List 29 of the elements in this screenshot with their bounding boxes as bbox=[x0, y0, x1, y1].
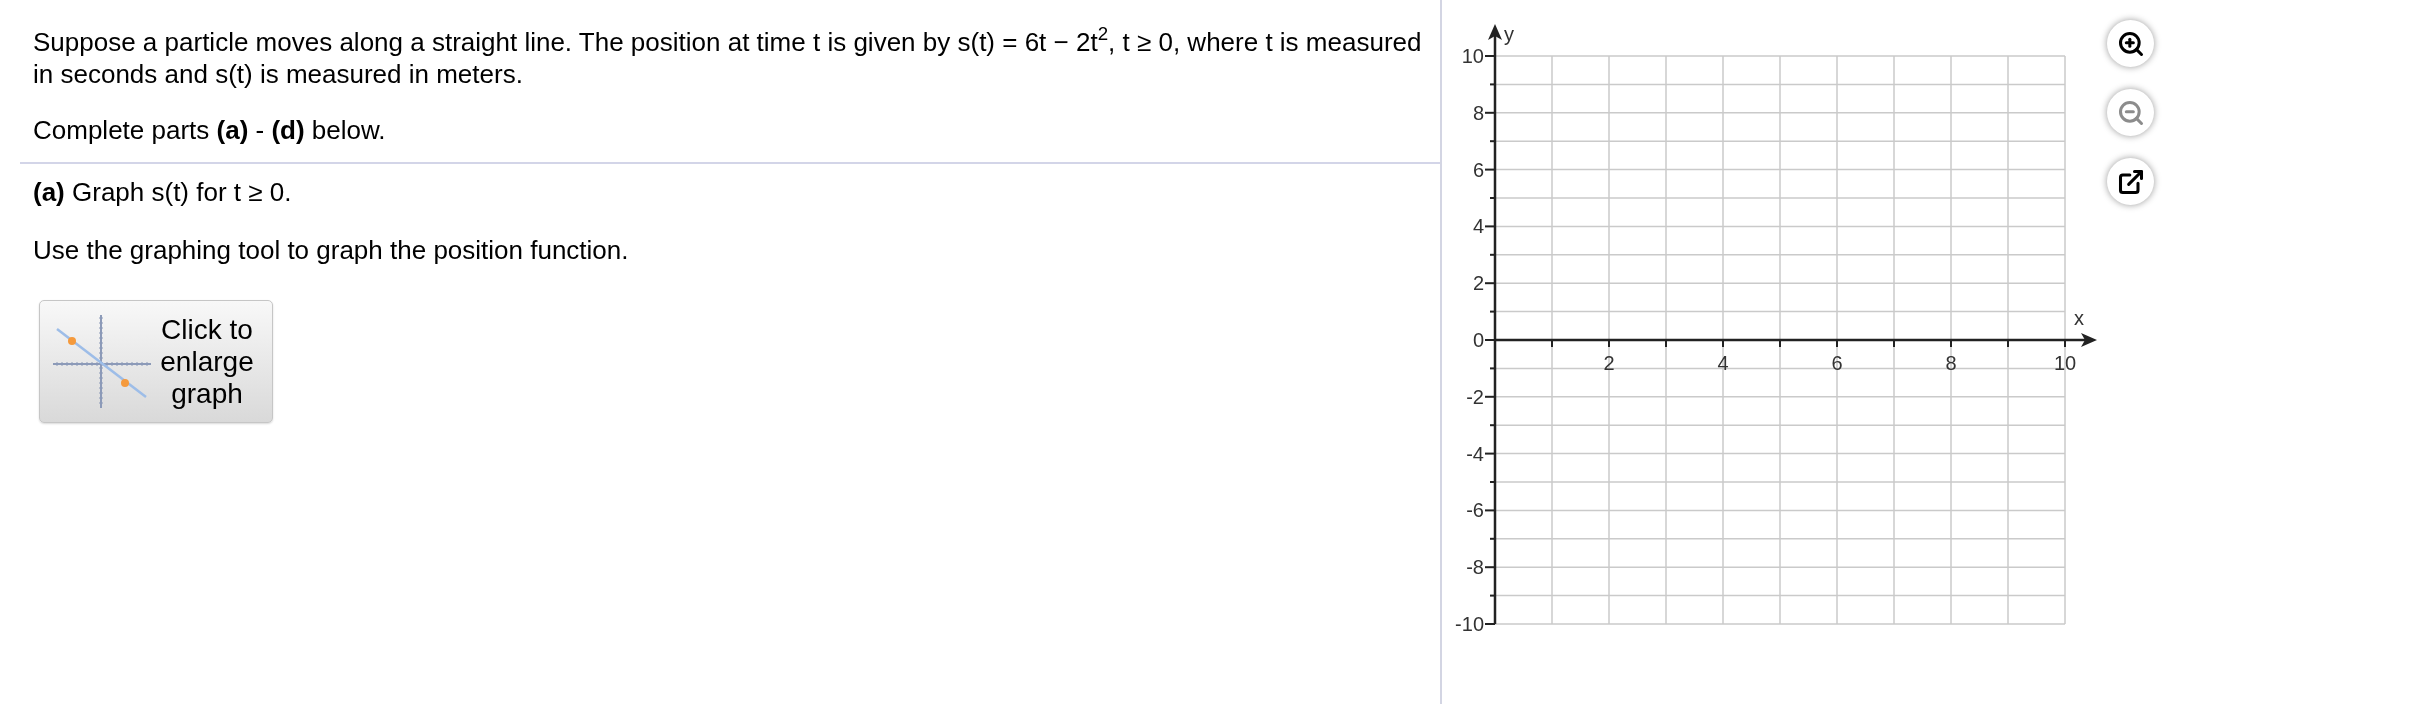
external-link-icon bbox=[2116, 167, 2145, 196]
question-text: Suppose a particle moves along a straight line. The position at time t is given by s(t) = 6t − 2t$^{2}$, t ≥ 0, where t is measured in seconds and s(t) is measured in meters. bbox=[33, 27, 1422, 89]
part-prompt: (a) Graph s(t) for t ≥ 0. bbox=[33, 177, 292, 207]
tick-label: 2 bbox=[1472, 272, 1484, 295]
tick-label: 4 bbox=[1472, 215, 1484, 238]
open-window-button[interactable] bbox=[2107, 158, 2154, 205]
line-graph-icon bbox=[53, 315, 151, 408]
tick-label: -10 bbox=[1455, 613, 1484, 635]
zoom-in-button[interactable] bbox=[2107, 20, 2154, 67]
tick-label: -6 bbox=[1466, 499, 1484, 522]
tick-label: 0 bbox=[1472, 329, 1484, 351]
zoom-in-icon bbox=[2116, 29, 2145, 58]
zoom-out-icon bbox=[2116, 98, 2145, 127]
instruction-text: Use the graphing tool to graph the position function. bbox=[33, 235, 629, 265]
tick-label: 6 bbox=[1472, 158, 1484, 181]
tick-label: 6 bbox=[1831, 352, 1843, 374]
axis-label: y bbox=[1504, 23, 1514, 45]
tick-label: 4 bbox=[1717, 352, 1729, 374]
instruction-text: Complete parts (a) - (d) below. bbox=[33, 115, 386, 145]
tick-label: 8 bbox=[1472, 101, 1484, 124]
tick-label: -2 bbox=[1466, 385, 1484, 408]
axis-label: x bbox=[2074, 307, 2084, 329]
tick-label: 2 bbox=[1603, 352, 1615, 374]
tick-label: 8 bbox=[1945, 352, 1957, 374]
tick-label: -4 bbox=[1466, 442, 1484, 465]
tick-label: 10 bbox=[2053, 352, 2077, 374]
tick-label: 10 bbox=[1461, 45, 1484, 67]
tick-label: -8 bbox=[1466, 556, 1484, 579]
enlarge-graph-button[interactable]: Click to enlarge graph bbox=[39, 300, 273, 423]
